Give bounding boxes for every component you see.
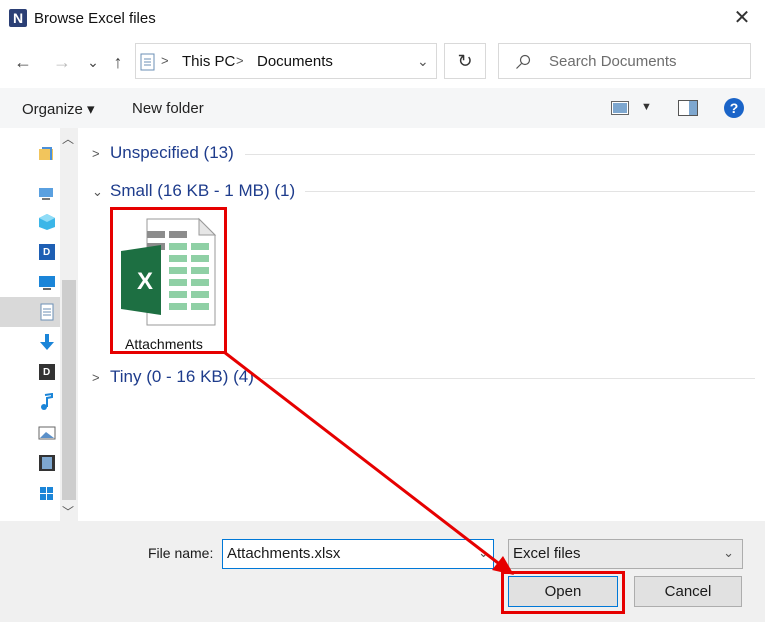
group-small[interactable]: Small (16 KB - 1 MB) (1): [110, 181, 295, 201]
videos-icon[interactable]: [38, 454, 56, 472]
pictures-icon[interactable]: [38, 424, 56, 442]
view-dropdown-icon[interactable]: ▼: [641, 101, 652, 113]
file-type-select[interactable]: Excel files ⌄: [508, 539, 743, 569]
chevron-down-icon[interactable]: ⌄: [92, 184, 103, 200]
svg-text:D: D: [43, 247, 50, 258]
new-folder-button[interactable]: New folder: [132, 100, 204, 117]
up-button[interactable]: ↑: [107, 50, 129, 74]
file-name-label: Attachments: [125, 336, 203, 352]
chevron-down-icon[interactable]: ⌄: [723, 545, 734, 561]
back-button[interactable]: ←: [12, 50, 34, 74]
breadcrumb-separator-icon: >: [161, 53, 169, 68]
scroll-up-icon[interactable]: ︿: [62, 130, 74, 147]
computer-icon[interactable]: [38, 185, 56, 203]
windows-drive-icon[interactable]: [38, 485, 56, 503]
group-divider: [245, 154, 755, 155]
organize-button[interactable]: Organize ▾: [22, 100, 95, 118]
window-title: Browse Excel files: [34, 10, 156, 27]
quick-access-icon[interactable]: [38, 145, 56, 163]
downloads-icon[interactable]: [38, 333, 56, 351]
breadcrumb-separator-icon: >: [236, 53, 244, 68]
address-bar[interactable]: > This PC > Documents ⌄: [135, 43, 437, 79]
nav-scrollbar-thumb[interactable]: [62, 280, 76, 500]
3d-objects-icon[interactable]: [38, 213, 56, 231]
group-divider: [262, 378, 755, 379]
onenote-app-icon: N: [9, 9, 27, 27]
svg-text:D: D: [43, 367, 50, 378]
recent-locations-button[interactable]: ⌄: [82, 50, 104, 74]
documents-icon: [140, 53, 155, 71]
search-box[interactable]: Search Documents: [498, 43, 751, 79]
forward-button[interactable]: →: [51, 50, 73, 74]
drive-d-icon[interactable]: D: [38, 363, 56, 381]
group-divider: [305, 191, 755, 192]
breadcrumb-documents[interactable]: Documents: [257, 53, 333, 70]
group-tiny[interactable]: Tiny (0 - 16 KB) (4): [110, 367, 254, 387]
close-icon[interactable]: ✕: [731, 6, 753, 30]
chevron-down-icon[interactable]: ⌄: [417, 53, 429, 70]
file-name-input[interactable]: Attachments.xlsx ⌄: [222, 539, 494, 569]
chevron-right-icon[interactable]: >: [92, 146, 100, 161]
chevron-right-icon[interactable]: >: [92, 370, 100, 385]
help-icon[interactable]: ?: [724, 98, 744, 118]
file-type-value: Excel files: [513, 545, 581, 562]
documents-d-icon[interactable]: D: [38, 243, 56, 261]
documents-nav-icon[interactable]: [38, 303, 56, 321]
excel-file-icon: [121, 217, 217, 326]
search-placeholder: Search Documents: [549, 53, 677, 70]
file-name-field-label: File name:: [148, 545, 214, 561]
refresh-button[interactable]: ↻: [444, 43, 486, 79]
excel-x-letter: X: [137, 268, 154, 295]
music-icon[interactable]: [38, 393, 56, 411]
change-view-icon[interactable]: [611, 101, 629, 115]
desktop-icon[interactable]: [38, 273, 56, 291]
file-item-attachments[interactable]: X Attachments: [110, 207, 227, 354]
breadcrumb-this-pc[interactable]: This PC: [182, 53, 235, 70]
scroll-down-icon[interactable]: ﹀: [62, 503, 74, 520]
file-name-value: Attachments.xlsx: [227, 545, 341, 562]
cancel-button[interactable]: Cancel: [634, 576, 742, 607]
group-unspecified[interactable]: Unspecified (13): [110, 143, 234, 163]
search-icon: [516, 54, 531, 69]
preview-pane-icon[interactable]: [678, 100, 698, 116]
chevron-down-icon[interactable]: ⌄: [478, 545, 489, 561]
open-button[interactable]: Open: [508, 576, 618, 607]
